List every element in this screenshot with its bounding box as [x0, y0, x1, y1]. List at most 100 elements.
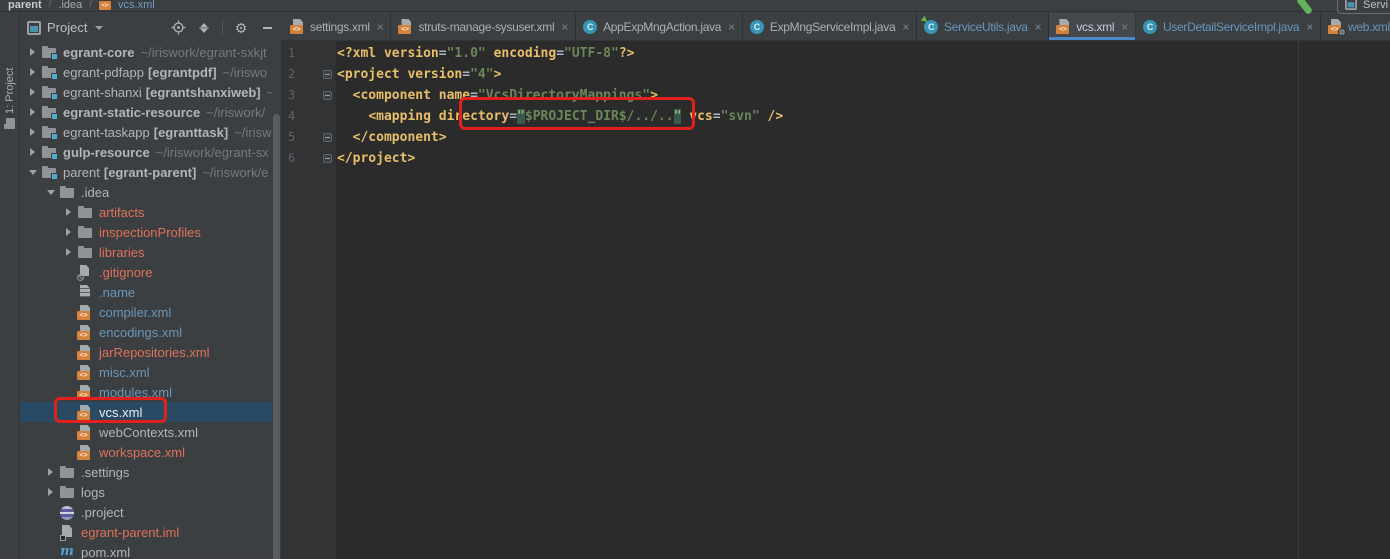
- tree-item-egrant-pdfapp[interactable]: egrant-pdfapp[egrantpdf]~/iriswo: [20, 62, 272, 82]
- tree-item-label: .idea: [81, 185, 109, 200]
- tree-item-compiler.xml[interactable]: <>compiler.xml: [20, 302, 272, 322]
- chevron-down-icon[interactable]: [42, 182, 59, 202]
- panel-settings-button[interactable]: ⚙: [231, 18, 251, 38]
- tree-item-workspace.xml[interactable]: <>workspace.xml: [20, 442, 272, 462]
- tree-item-label: egrant-parent.iml: [81, 525, 179, 540]
- tree-item-.name[interactable]: .name: [20, 282, 272, 302]
- tree-item-path: ~/iriswork/: [206, 105, 265, 120]
- chevron-right-icon[interactable]: [42, 462, 59, 482]
- chevron-down-icon[interactable]: [24, 162, 41, 182]
- tree-item-egrant-core[interactable]: egrant-core~/iriswork/egrant-sxkjt: [20, 42, 272, 62]
- tree-item-egrant-static-resource[interactable]: egrant-static-resource~/iriswork/: [20, 102, 272, 122]
- chevron-right-icon[interactable]: [60, 222, 77, 242]
- fold-marker-icon[interactable]: [323, 70, 332, 79]
- tree-item-.settings[interactable]: .settings: [20, 462, 272, 482]
- module-folder-icon: [41, 145, 57, 159]
- tree-item-.idea[interactable]: .idea: [20, 182, 272, 202]
- breadcrumb-item-vcs-xml[interactable]: vcs.xml: [118, 0, 155, 12]
- tree-item-label: jarRepositories.xml: [99, 345, 210, 360]
- fold-marker-icon[interactable]: [323, 91, 332, 100]
- eclipse-project-icon: [60, 506, 74, 520]
- tree-item-label: compiler.xml: [99, 305, 171, 320]
- chevron-right-icon[interactable]: [24, 102, 41, 122]
- code-token: [337, 109, 368, 124]
- tree-item-parent[interactable]: parent[egrant-parent]~/iriswork/e: [20, 162, 272, 182]
- tree-item-path: ~/iriswork/egrant-sxkjt: [141, 45, 267, 60]
- code-token: version: [407, 67, 462, 82]
- tab-UserDetailServiceImpl.java[interactable]: CUserDetailServiceImpl.java×: [1136, 13, 1321, 40]
- chevron-spacer: [42, 522, 59, 542]
- hide-panel-button[interactable]: [257, 18, 277, 38]
- editor-gutter: 123456: [281, 41, 336, 559]
- tree-item-webContexts.xml[interactable]: <>webContexts.xml: [20, 422, 272, 442]
- code-token: directory: [439, 109, 509, 124]
- chevron-right-icon[interactable]: [24, 82, 41, 102]
- tree-item-label: misc.xml: [99, 365, 150, 380]
- fold-marker-icon[interactable]: [323, 154, 332, 163]
- tree-item-encodings.xml[interactable]: <>encodings.xml: [20, 322, 272, 342]
- folder-icon: [77, 225, 93, 239]
- tab-struts-manage-sysuser.xml[interactable]: <>struts-manage-sysuser.xml×: [391, 13, 576, 40]
- close-icon[interactable]: ×: [1035, 21, 1042, 33]
- tree-item-jarRepositories.xml[interactable]: <>jarRepositories.xml: [20, 342, 272, 362]
- run-config-box[interactable]: Servi: [1337, 0, 1390, 14]
- tab-AppExpMngAction.java[interactable]: CAppExpMngAction.java×: [576, 13, 743, 40]
- tree-item-inspectionProfiles[interactable]: inspectionProfiles: [20, 222, 272, 242]
- module-folder-icon: [41, 165, 57, 179]
- tree-item-label: pom.xml: [81, 545, 130, 559]
- tree-item-libraries[interactable]: libraries: [20, 242, 272, 262]
- chevron-right-icon[interactable]: [24, 122, 41, 142]
- tree-item-modules.xml[interactable]: <>modules.xml: [20, 382, 272, 402]
- left-tool-stripe: 1: Project: [0, 13, 20, 559]
- tree-item-label: gulp-resource: [63, 145, 150, 160]
- tab-vcs.xml[interactable]: <>vcs.xml×: [1049, 13, 1136, 40]
- tab-ServiceUtils.java[interactable]: CServiceUtils.java×: [917, 13, 1049, 40]
- chevron-right-icon[interactable]: [60, 242, 77, 262]
- tab-web.xml[interactable]: <>web.xml: [1321, 13, 1390, 40]
- tree-item-egrant-taskapp[interactable]: egrant-taskapp[egranttask]~/irisw: [20, 122, 272, 142]
- chevron-right-icon[interactable]: [24, 62, 41, 82]
- close-icon[interactable]: ×: [1306, 21, 1313, 33]
- tree-item-vcs.xml[interactable]: <>vcs.xml: [20, 402, 272, 422]
- caret-down-icon[interactable]: [95, 26, 103, 30]
- breadcrumb-separator: /: [89, 0, 92, 12]
- close-icon[interactable]: ×: [728, 21, 735, 33]
- chevron-right-icon[interactable]: [60, 202, 77, 222]
- tree-item-label: .gitignore: [99, 265, 152, 280]
- tree-item-artifacts[interactable]: artifacts: [20, 202, 272, 222]
- tree-scrollbar[interactable]: [273, 114, 280, 559]
- close-icon[interactable]: ×: [902, 21, 909, 33]
- chevron-right-icon[interactable]: [24, 142, 41, 162]
- folder-icon: [59, 485, 75, 499]
- code-token: </project>: [337, 151, 415, 166]
- tree-item-.gitignore[interactable]: .gitignore: [20, 262, 272, 282]
- tree-item-egrant-parent.iml[interactable]: egrant-parent.iml: [20, 522, 272, 542]
- tree-item-label: logs: [81, 485, 105, 500]
- locate-button[interactable]: [168, 18, 188, 38]
- breadcrumb-item-idea[interactable]: .idea: [58, 0, 82, 12]
- tree-item-pom.xml[interactable]: mpom.xml: [20, 542, 272, 559]
- editor-surface[interactable]: 123456 <?xml version="1.0" encoding="UTF…: [281, 41, 1390, 559]
- close-icon[interactable]: ×: [1121, 21, 1128, 33]
- gitignore-file-icon: [77, 265, 93, 279]
- tool-stripe-project-button[interactable]: 1: Project: [0, 51, 20, 131]
- collapse-all-button[interactable]: [194, 18, 214, 38]
- project-panel-title: Project: [47, 20, 87, 35]
- tree-item-.project[interactable]: .project: [20, 502, 272, 522]
- close-icon[interactable]: ×: [561, 21, 568, 33]
- tree-item-egrant-shanxi[interactable]: egrant-shanxi[egrantshanxiweb]~/: [20, 82, 272, 102]
- tree-item-misc.xml[interactable]: <>misc.xml: [20, 362, 272, 382]
- chevron-right-icon[interactable]: [24, 42, 41, 62]
- chevron-right-icon[interactable]: [42, 482, 59, 502]
- tree-item-logs[interactable]: logs: [20, 482, 272, 502]
- code-content: <?xml version="1.0" encoding="UTF-8"?><p…: [337, 43, 1390, 169]
- close-icon[interactable]: ×: [377, 21, 384, 33]
- tree-item-gulp-resource[interactable]: gulp-resource~/iriswork/egrant-sx: [20, 142, 272, 162]
- tree-item-label: webContexts.xml: [99, 425, 198, 440]
- text-file-icon: [77, 285, 93, 299]
- fold-marker-icon[interactable]: [323, 133, 332, 142]
- code-token: $PROJECT_DIR$/../..: [525, 109, 674, 124]
- tab-settings.xml[interactable]: <>settings.xml×: [283, 13, 391, 40]
- tab-ExpMngServiceImpl.java[interactable]: CExpMngServiceImpl.java×: [743, 13, 917, 40]
- breadcrumb-item-parent[interactable]: parent: [8, 0, 42, 12]
